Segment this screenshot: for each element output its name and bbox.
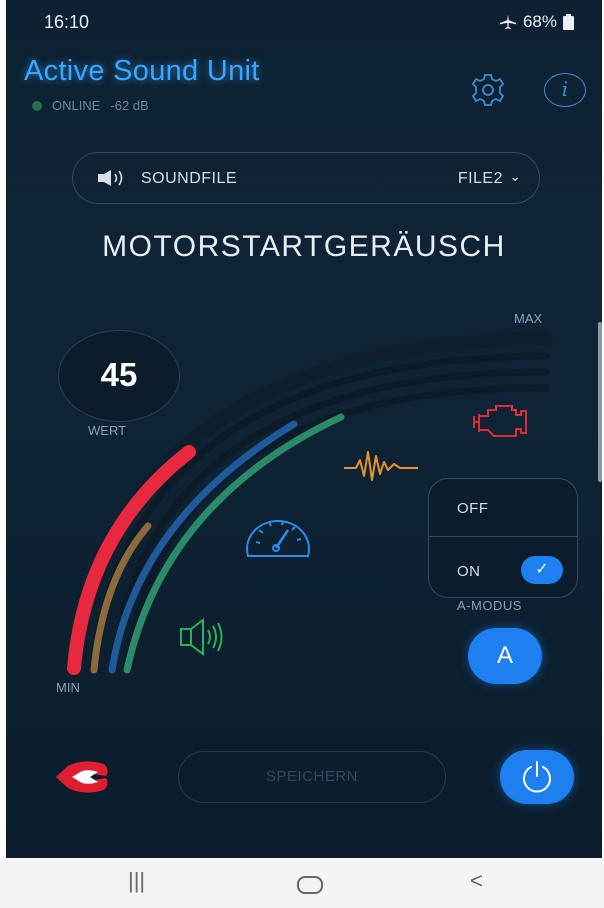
- home-icon[interactable]: [296, 875, 324, 895]
- mode-on-option[interactable]: ON: [457, 563, 481, 580]
- system-nav-bar: ||| <: [0, 858, 604, 908]
- power-button[interactable]: [500, 750, 574, 804]
- save-button[interactable]: SPEICHERN: [178, 751, 446, 803]
- scrollbar[interactable]: [598, 322, 602, 482]
- mode-off-option[interactable]: OFF: [457, 500, 489, 517]
- gauge-min-label: MIN: [56, 680, 80, 695]
- brand-logo-icon: [56, 761, 108, 793]
- gauge-max-label: MAX: [514, 311, 543, 326]
- volume-speaker-icon: [180, 618, 223, 656]
- a-mode-label: A-MODUS: [457, 598, 522, 613]
- checkmark-icon[interactable]: ✓: [521, 556, 563, 584]
- mode-divider: [429, 536, 577, 537]
- back-icon[interactable]: <: [470, 868, 483, 894]
- value-display: 45: [58, 330, 180, 422]
- speedometer-icon: [246, 520, 310, 557]
- value-label: WERT: [88, 423, 127, 438]
- mode-selector: OFF ON ✓: [428, 478, 578, 598]
- waveform-icon: [344, 451, 418, 481]
- recent-apps-icon[interactable]: |||: [128, 868, 145, 894]
- app-screen: 16:10 68% Active Sound Unit ONLINE -62 d…: [6, 0, 602, 858]
- engine-icon: [473, 405, 527, 437]
- value-number: 45: [100, 356, 138, 393]
- power-icon: [523, 761, 551, 793]
- a-mode-button[interactable]: A: [468, 628, 542, 684]
